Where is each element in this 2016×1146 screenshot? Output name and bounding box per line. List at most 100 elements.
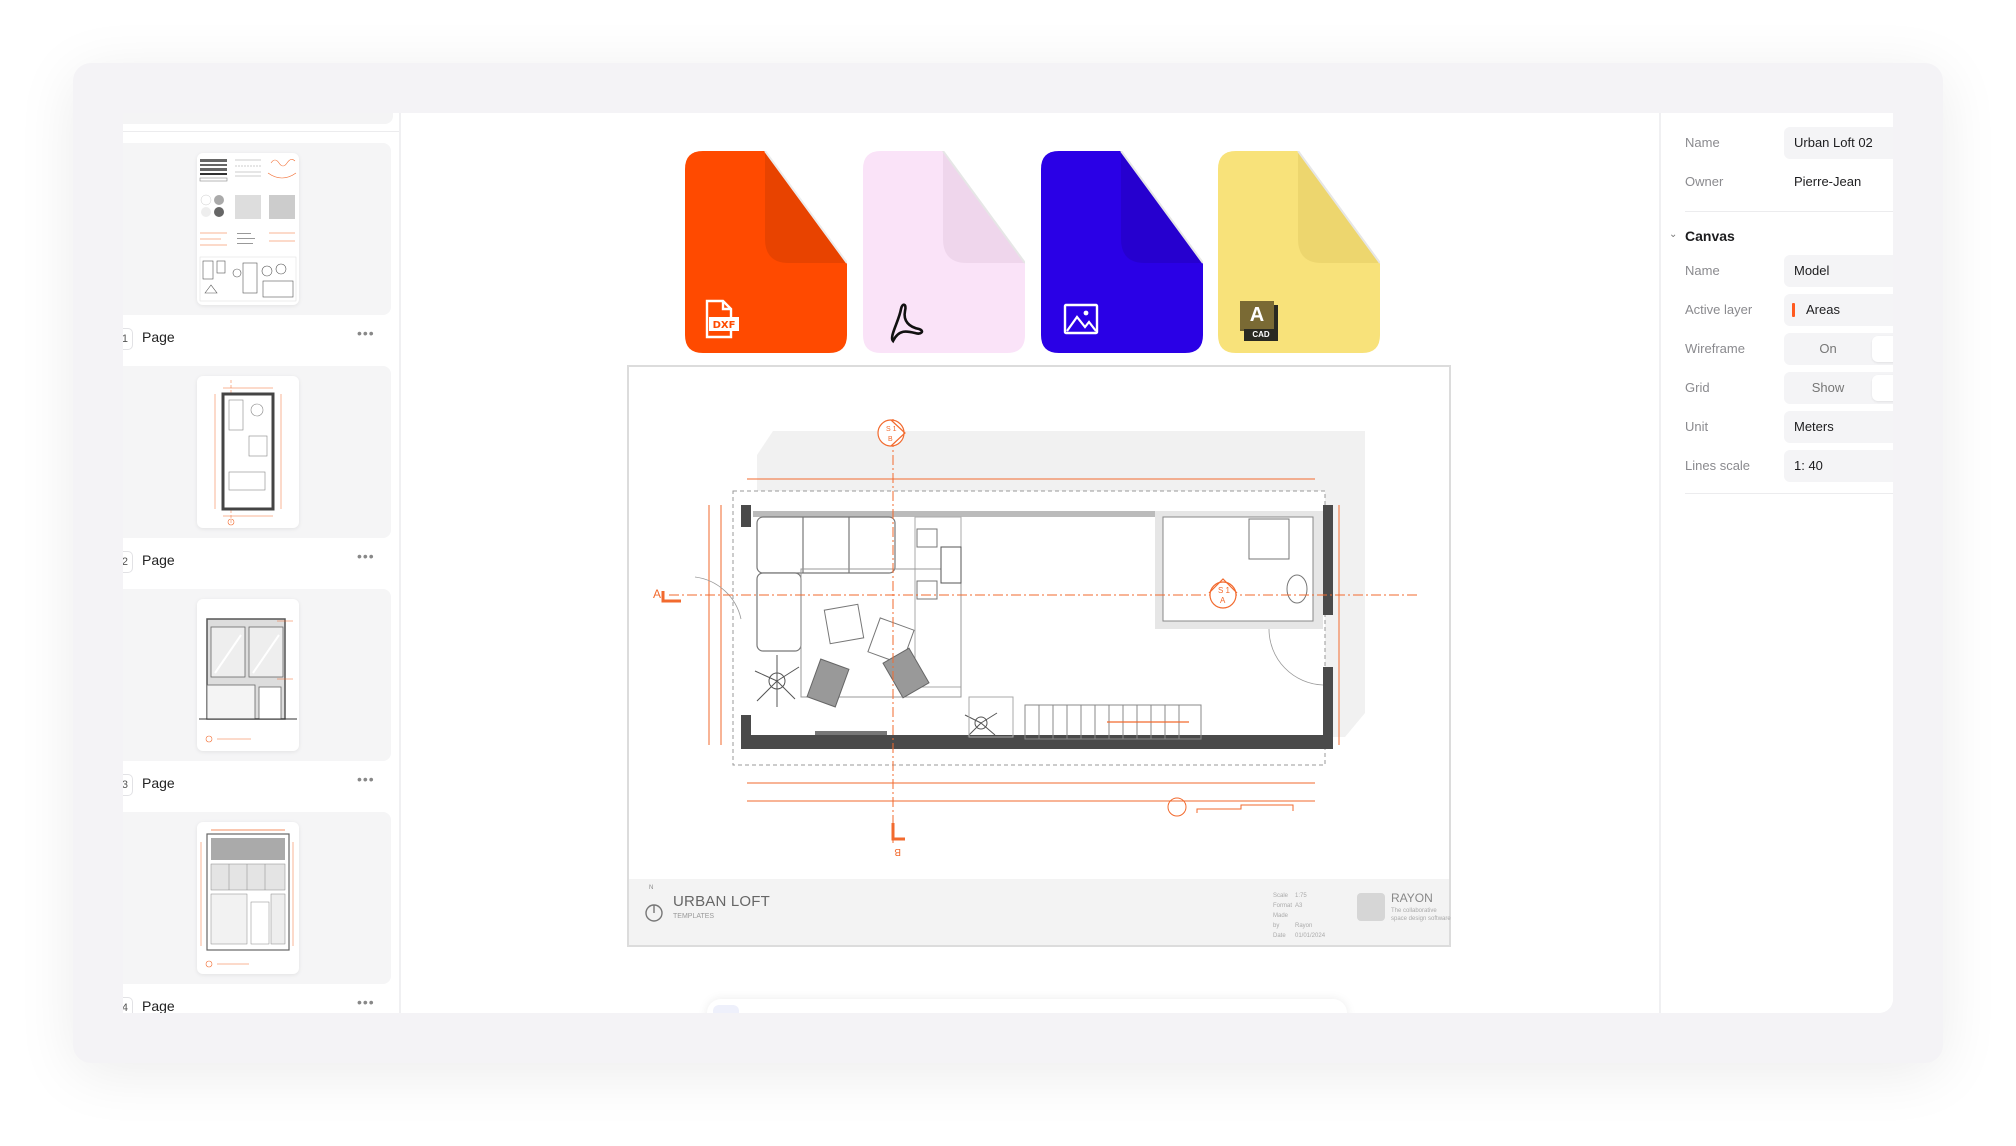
model-name-row: Name Urban Loft 02 — [1685, 127, 1893, 159]
section-label-a: A — [653, 587, 661, 601]
title-block: N URBAN LOFT TEMPLATES Scale 1:75 Format A… — [629, 879, 1451, 945]
svg-text:DXF: DXF — [713, 320, 736, 331]
more-options-icon[interactable]: ••• — [357, 325, 375, 341]
sidebar-divider — [123, 131, 399, 132]
export-pdf-card[interactable] — [863, 151, 1025, 353]
brand-name: RAYON — [1391, 891, 1433, 905]
toggle-knob[interactable] — [1872, 336, 1893, 362]
grid-show-option[interactable]: Show — [1784, 372, 1872, 404]
more-options-icon[interactable]: ••• — [357, 994, 375, 1010]
scale-bar — [1196, 804, 1294, 813]
meta-row: Made by Rayon — [1273, 913, 1313, 929]
autocad-badge-text: CAD — [1252, 330, 1270, 339]
field-label: Active layer — [1685, 302, 1753, 317]
meta-row: Scale 1:75 — [1273, 893, 1307, 899]
page-thumbnail-card[interactable] — [123, 366, 391, 538]
section-marker-sheet: S 1 — [886, 426, 897, 433]
properties-panel: Name Urban Loft 02 Owner Pierre-Jean ⌄ C… — [1659, 113, 1893, 1013]
active-layer-row: Active layer Areas — [1685, 294, 1893, 326]
meta-row: Date 01/01/2024 — [1273, 933, 1326, 939]
page-row[interactable]: 2 Page ••• — [123, 546, 391, 578]
section-divider — [1685, 493, 1893, 494]
page-thumbnail — [197, 599, 299, 751]
drawing-canvas[interactable]: DXF A CAD A B S 1 A S 1 B N URBAN LOFT T… — [401, 113, 1657, 1013]
bottom-toolbar — [707, 999, 1347, 1013]
page-item[interactable]: 4 Page ••• — [123, 812, 391, 1013]
image-icon — [1063, 303, 1099, 335]
wireframe-toggle[interactable]: On — [1784, 333, 1893, 365]
sidebar-header — [123, 113, 393, 124]
export-autocad-card[interactable]: A CAD — [1218, 151, 1380, 353]
active-layer-select[interactable]: Areas — [1784, 294, 1893, 326]
more-options-icon[interactable]: ••• — [357, 548, 375, 564]
section-marker-ref: B — [888, 436, 893, 443]
pages-sidebar: 1 Page ••• 2 Page ••• 3 Page ••• 4 Page … — [123, 113, 401, 1013]
more-options-icon[interactable]: ••• — [357, 771, 375, 787]
floor-plan-drawing: A B S 1 A S 1 B — [653, 419, 1419, 857]
field-label: Name — [1685, 263, 1720, 278]
canvas-name-row: Name Model — [1685, 255, 1893, 287]
section-flag-a — [661, 591, 681, 603]
page-number-badge: 3 — [123, 774, 133, 796]
page-thumbnail — [197, 376, 299, 528]
autocad-letter: A — [1240, 301, 1274, 329]
page-number-badge: 2 — [123, 551, 133, 573]
page-item[interactable]: 3 Page ••• — [123, 589, 391, 801]
north-compass-icon — [645, 904, 663, 922]
layer-color-swatch — [1792, 303, 1795, 317]
owner-row: Owner Pierre-Jean — [1685, 166, 1893, 198]
unit-select[interactable]: Meters — [1784, 411, 1893, 443]
page-number-badge: 1 — [123, 328, 133, 350]
page-label: Page — [142, 329, 175, 345]
grid-row: Grid Show — [1685, 372, 1893, 404]
lines-scale-row: Lines scale 1: 40 — [1685, 450, 1893, 482]
wall-left-top — [741, 505, 751, 527]
section-flag-b — [891, 823, 905, 841]
chevron-down-icon[interactable]: ⌄ — [1669, 229, 1677, 240]
page-item[interactable]: 1 Page ••• — [123, 143, 391, 355]
section-label-b: B — [894, 846, 901, 857]
floor-plan-preview — [214, 380, 282, 526]
lines-scale-input[interactable]: 1: 40 — [1784, 450, 1893, 482]
wall-bottom — [741, 735, 1333, 749]
page-row[interactable]: 1 Page ••• — [123, 323, 391, 355]
owner-field: Pierre-Jean — [1794, 174, 1862, 189]
brand-tagline: The collaborative space design software — [1391, 908, 1451, 922]
select-tool-button[interactable] — [713, 1005, 739, 1013]
page-number-badge: 4 — [123, 997, 133, 1013]
wall-right-bottom — [1323, 667, 1333, 737]
canvas-name-input[interactable]: Model — [1784, 255, 1893, 287]
project-subtitle: TEMPLATES — [673, 913, 715, 920]
drawing-sheet[interactable]: A B S 1 A S 1 B N URBAN LOFT TEMPLATES S… — [627, 365, 1451, 947]
page-row[interactable]: 4 Page ••• — [123, 992, 391, 1013]
section-divider — [1685, 211, 1893, 212]
model-name-input[interactable]: Urban Loft 02 — [1784, 127, 1893, 159]
page-thumbnail-card[interactable] — [123, 143, 391, 315]
page-row[interactable]: 3 Page ••• — [123, 769, 391, 801]
facade-elevation-preview — [199, 618, 297, 743]
field-label: Grid — [1685, 380, 1710, 395]
grid-toggle[interactable]: Show — [1784, 372, 1893, 404]
page-thumbnail — [197, 822, 299, 974]
wall-left-bottom — [741, 715, 751, 739]
field-label: Name — [1685, 135, 1720, 150]
page-thumbnail-card[interactable] — [123, 812, 391, 984]
symbol-library-preview — [199, 159, 297, 302]
acrobat-pdf-icon — [890, 303, 924, 344]
field-label: Owner — [1685, 174, 1724, 189]
meta-row: Format A3 — [1273, 903, 1303, 909]
export-image-card[interactable] — [1041, 151, 1203, 353]
shower — [1248, 518, 1290, 560]
toggle-knob[interactable] — [1872, 375, 1893, 401]
section-marker-sheet: S 1 — [1218, 586, 1231, 595]
app-window: 1 Page ••• 2 Page ••• 3 Page ••• 4 Page … — [123, 113, 1893, 1013]
page-label: Page — [142, 775, 175, 791]
page-thumbnail-card[interactable] — [123, 589, 391, 761]
sheet-metadata: Scale 1:75 Format A3 Made by Rayon Date 01/0… — [1273, 891, 1325, 941]
page-item[interactable]: 2 Page ••• — [123, 366, 391, 578]
autocad-icon: A CAD — [1240, 301, 1278, 341]
tv-unit — [815, 731, 887, 735]
wireframe-on-option[interactable]: On — [1784, 333, 1872, 365]
export-dxf-card[interactable]: DXF — [685, 151, 847, 353]
wireframe-row: Wireframe On — [1685, 333, 1893, 365]
